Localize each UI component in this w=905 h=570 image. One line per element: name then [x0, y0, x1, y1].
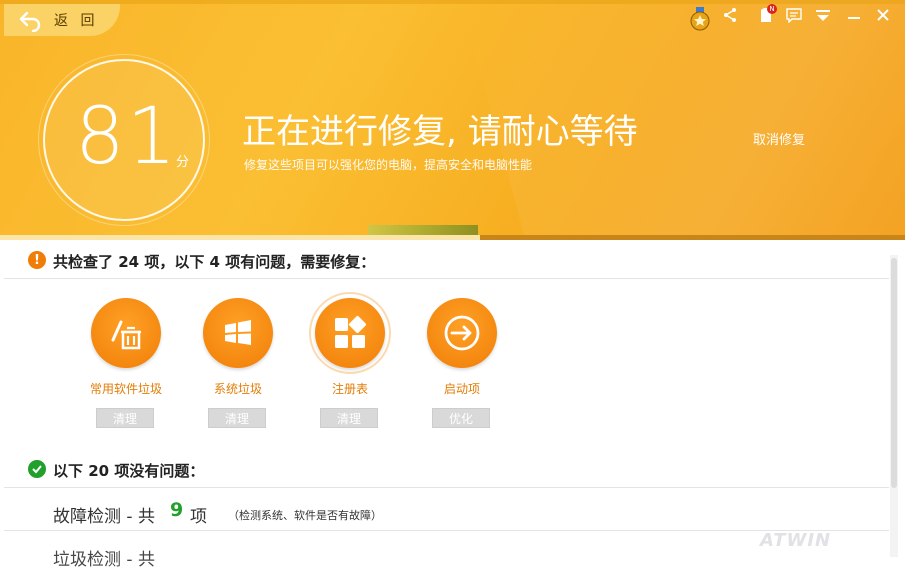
- share-icon[interactable]: [722, 7, 738, 23]
- ok-divider: [4, 487, 889, 488]
- registry-icon[interactable]: [315, 298, 385, 368]
- status-subtitle: 修复这些项目可以强化您的电脑，提高安全和电脑性能: [244, 158, 533, 172]
- warning-icon: !: [28, 251, 46, 269]
- watermark: ATWIN: [760, 530, 832, 551]
- category-count: 9: [170, 499, 184, 521]
- status-title: 正在进行修复, 请耐心等待: [242, 112, 638, 152]
- optimize-button[interactable]: 优化: [432, 408, 490, 428]
- clean-button[interactable]: 清理: [96, 408, 154, 428]
- category-unit: 项: [190, 507, 207, 527]
- software-trash-icon[interactable]: [91, 298, 161, 368]
- minimize-icon[interactable]: [846, 7, 862, 23]
- category-description: （检测系统、软件是否有故障）: [228, 509, 382, 522]
- back-label: 返 回: [54, 13, 99, 29]
- category-name: 故障检测 - 共: [53, 507, 155, 527]
- problems-divider: [4, 278, 889, 279]
- problems-title: 共检查了 24 项，以下 4 项有问题，需要修复：: [53, 253, 376, 271]
- problem-item-label: 注册表: [331, 382, 368, 396]
- message-icon[interactable]: [786, 7, 802, 23]
- score-unit: 分: [176, 155, 190, 170]
- startup-arrow-icon[interactable]: [427, 298, 497, 368]
- back-arrow-icon: [19, 11, 41, 32]
- clean-button[interactable]: 清理: [208, 408, 266, 428]
- ok-title: 以下 20 项没有问题：: [53, 462, 205, 480]
- close-icon[interactable]: [875, 7, 891, 23]
- score-value: 81: [75, 92, 179, 182]
- category-divider: [4, 530, 889, 531]
- header-banner: 返 回 N 81 分 正在进行修复, 请耐心等待 修复这些项目可以强化您的电脑，…: [0, 0, 905, 240]
- problem-item-label: 系统垃圾: [213, 382, 262, 396]
- repair-progress-fill: [0, 235, 480, 240]
- menu-dropdown-icon[interactable]: [815, 7, 831, 23]
- windows-icon[interactable]: [203, 298, 273, 368]
- ok-category-trash-check[interactable]: 垃圾检测 - 共: [53, 545, 155, 570]
- back-button[interactable]: 返 回: [4, 4, 120, 36]
- problem-item-label: 常用软件垃圾: [89, 382, 162, 396]
- check-icon: [28, 460, 46, 478]
- cancel-repair-link[interactable]: 取消修复: [753, 129, 805, 148]
- clean-button[interactable]: 清理: [320, 408, 378, 428]
- scrollbar-thumb[interactable]: [891, 258, 897, 488]
- problem-item-label: 启动项: [443, 382, 480, 396]
- notification-badge: N: [767, 4, 777, 14]
- medal-icon[interactable]: [690, 7, 710, 31]
